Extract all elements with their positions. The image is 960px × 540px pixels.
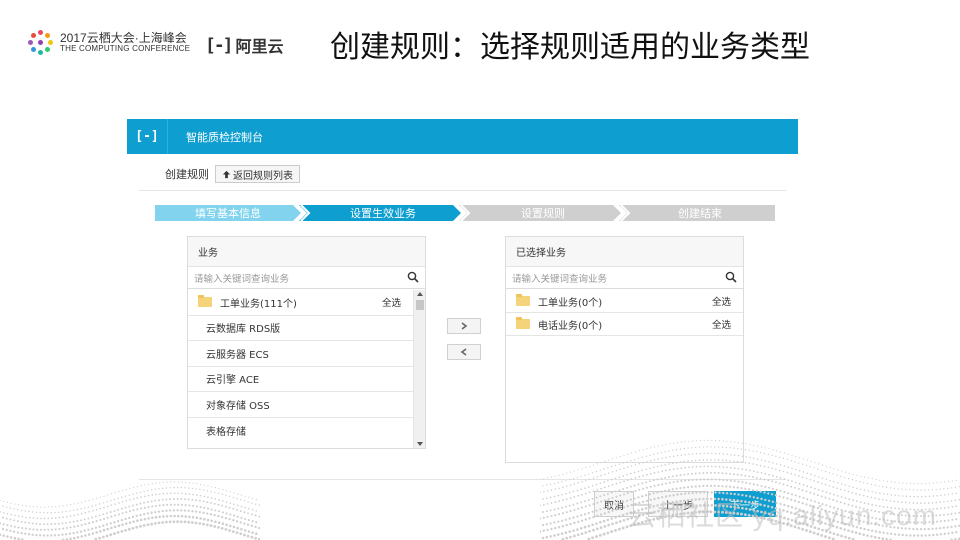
group-label: 工单业务(0个)	[538, 297, 603, 309]
business-search-placeholder: 请输入关键词查询业务	[194, 273, 290, 285]
watermark: 云栖社区 yq.aliyun.com	[628, 500, 937, 531]
list-item[interactable]: 表格存储	[188, 418, 413, 444]
wizard-steps: 填写基本信息 设置生效业务 设置规则 创建结束	[155, 205, 775, 221]
aliyun-logo-icon: [-]	[205, 34, 233, 56]
folder-icon	[516, 294, 530, 306]
selected-search-input[interactable]: 请输入关键词查询业务	[506, 267, 743, 289]
step-set-business: 设置生效业务	[350, 207, 416, 220]
aliyun-brand: [-] 阿里云	[205, 33, 284, 57]
select-all-link[interactable]: 全选	[712, 317, 731, 331]
chevron-left-icon	[460, 348, 467, 356]
select-all-link[interactable]: 全选	[382, 295, 401, 309]
list-item[interactable]: 云服务器 ECS	[188, 341, 413, 367]
back-button-label: 返回规则列表	[233, 170, 293, 182]
group-label: 电话业务(0个)	[538, 320, 603, 332]
business-panel-header: 业务	[188, 237, 425, 267]
step-finish: 创建结束	[678, 207, 722, 220]
move-right-button[interactable]	[447, 318, 481, 334]
selected-business-list: 工单业务(0个) 全选 电话业务(0个) 全选	[506, 290, 743, 336]
step-set-rules: 设置规则	[521, 207, 565, 220]
conference-brand: 2017云栖大会·上海峰会 THE COMPUTING CONFERENCE	[28, 30, 190, 56]
search-icon[interactable]	[725, 271, 737, 283]
slide: 2017云栖大会·上海峰会 THE COMPUTING CONFERENCE […	[0, 0, 960, 540]
business-list-scrollbar[interactable]	[413, 290, 425, 448]
list-item[interactable]: 云引擎 ACE	[188, 367, 413, 392]
scroll-up-icon[interactable]	[415, 290, 425, 298]
page-title: 创建规则	[165, 168, 209, 181]
scroll-down-icon[interactable]	[415, 440, 425, 448]
scroll-thumb[interactable]	[416, 300, 424, 310]
slide-title: 创建规则：选择规则适用的业务类型	[330, 30, 810, 65]
selected-group-ticket[interactable]: 工单业务(0个) 全选	[506, 290, 743, 313]
move-left-button[interactable]	[447, 344, 481, 360]
selected-group-phone[interactable]: 电话业务(0个) 全选	[506, 313, 743, 336]
topbar-separator	[167, 119, 168, 154]
list-item[interactable]: 云数据库 RDS版	[188, 316, 413, 341]
console-title: 智能质检控制台	[186, 130, 263, 144]
list-item[interactable]: 对象存储 OSS	[188, 392, 413, 418]
business-search-input[interactable]: 请输入关键词查询业务	[188, 267, 425, 289]
page-header: 创建规则 返回规则列表	[165, 165, 300, 183]
console-logo-icon[interactable]: [-]	[127, 129, 167, 144]
arrow-up-icon	[222, 170, 231, 178]
chevron-right-icon	[461, 322, 468, 330]
business-group-ticket[interactable]: 工单业务(111个) 全选	[188, 290, 413, 316]
aliyun-name: 阿里云	[235, 37, 284, 56]
step-basic-info: 填写基本信息	[195, 207, 261, 220]
header-divider	[139, 190, 786, 191]
conference-logo-icon	[28, 30, 54, 56]
folder-icon	[198, 295, 212, 308]
group-label: 工单业务(111个)	[220, 298, 297, 310]
conference-subtitle: THE COMPUTING CONFERENCE	[60, 44, 191, 54]
business-list: 工单业务(111个) 全选 云数据库 RDS版 云服务器 ECS 云引擎 ACE…	[188, 290, 413, 443]
selected-panel-header: 已选择业务	[506, 237, 743, 267]
selected-search-placeholder: 请输入关键词查询业务	[512, 273, 608, 285]
back-to-rules-button[interactable]: 返回规则列表	[215, 165, 300, 183]
search-icon[interactable]	[407, 271, 419, 283]
folder-icon	[516, 317, 530, 329]
console-topbar: [-] 智能质检控制台	[127, 119, 798, 154]
business-panel: 业务 请输入关键词查询业务 工单业务(111个) 全选 云数据库 RDS版 云服…	[187, 236, 426, 449]
decorative-dots-left	[0, 481, 260, 540]
select-all-link[interactable]: 全选	[712, 294, 731, 308]
